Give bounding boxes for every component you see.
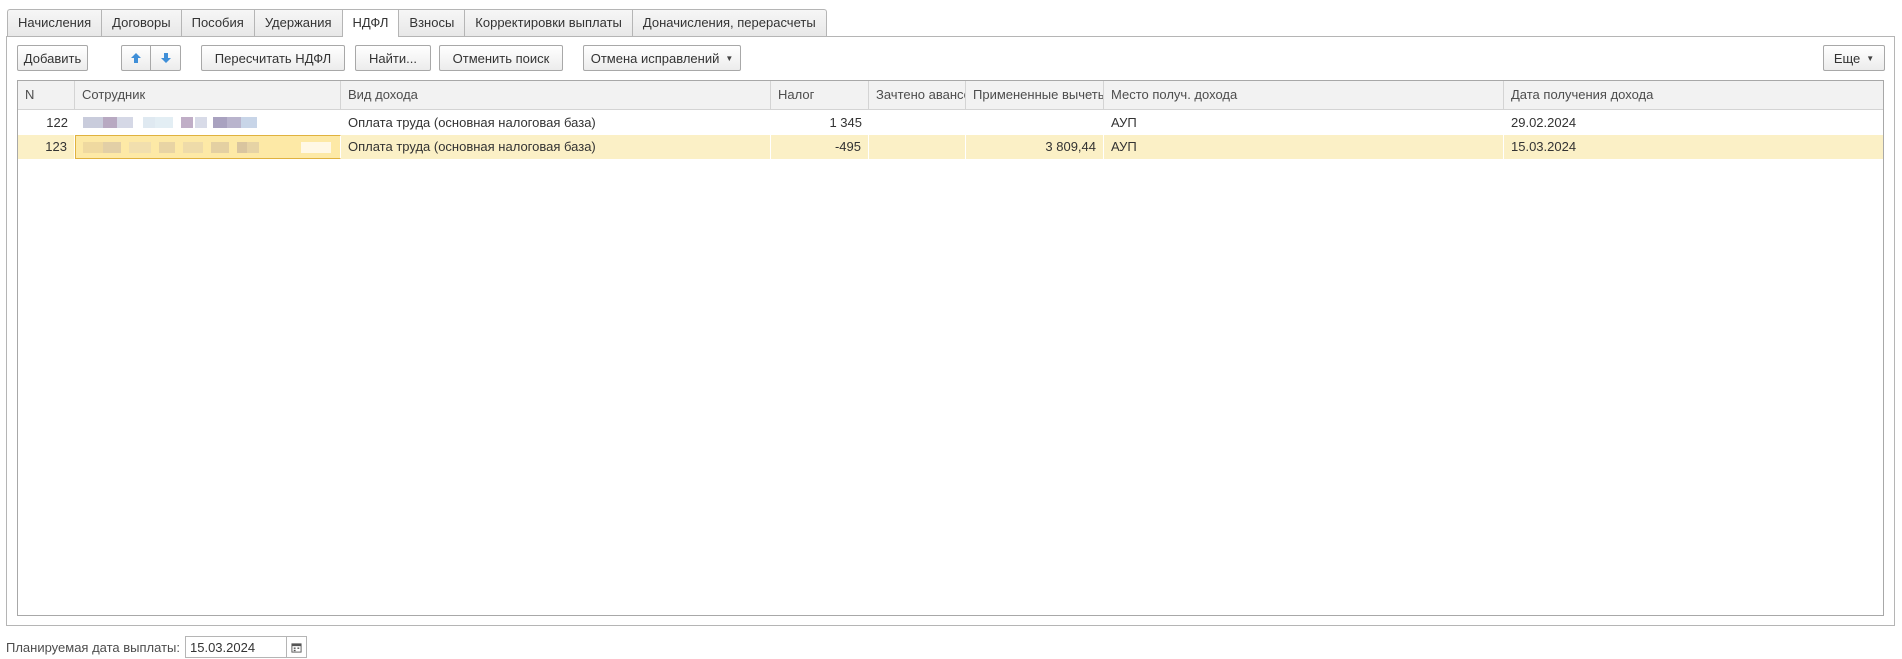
col-header-place[interactable]: Место получ. дохода — [1104, 81, 1504, 109]
cancel-corrections-dropdown[interactable]: Отмена исправлений ▼ — [583, 45, 741, 71]
table-header: N Сотрудник Вид дохода Налог Зачтено ава… — [18, 81, 1883, 110]
arrow-down-icon — [160, 53, 171, 63]
tax-cell[interactable]: -495 — [771, 135, 869, 159]
find-button[interactable]: Найти... — [355, 45, 431, 71]
ndfl-table[interactable]: N Сотрудник Вид дохода Налог Зачтено ава… — [17, 80, 1884, 616]
planned-date-label: Планируемая дата выплаты: — [6, 639, 180, 655]
tab-payment-corrections[interactable]: Корректировки выплаты — [464, 9, 632, 36]
advances-cell[interactable] — [869, 135, 966, 159]
calendar-button[interactable] — [286, 636, 307, 658]
col-header-n[interactable]: N — [18, 81, 75, 109]
redacted-name — [83, 117, 263, 128]
tab-deductions[interactable]: Удержания — [253, 9, 342, 36]
tax-cell[interactable]: 1 345 — [771, 111, 869, 135]
redacted-name — [83, 142, 333, 153]
more-dropdown[interactable]: Еще ▼ — [1823, 45, 1885, 71]
chevron-down-icon: ▼ — [725, 53, 734, 63]
move-buttons-group — [121, 45, 181, 71]
place-cell[interactable]: АУП — [1104, 111, 1504, 135]
tab-accruals[interactable]: Начисления — [7, 9, 102, 36]
col-header-tax[interactable]: Налог — [771, 81, 869, 109]
row-number: 123 — [18, 135, 75, 159]
chevron-down-icon: ▼ — [1866, 53, 1875, 63]
planned-date-input[interactable] — [185, 636, 286, 658]
col-header-employee[interactable]: Сотрудник — [75, 81, 341, 109]
col-header-deductions[interactable]: Примененные вычеты — [966, 81, 1104, 109]
move-up-button[interactable] — [121, 45, 151, 71]
planned-date-row: Планируемая дата выплаты: — [6, 635, 307, 659]
move-down-button[interactable] — [151, 45, 181, 71]
income-type-cell[interactable]: Оплата труда (основная налоговая база) — [341, 135, 771, 159]
row-number: 122 — [46, 115, 68, 130]
cancel-corrections-label: Отмена исправлений — [590, 50, 720, 66]
tab-contributions[interactable]: Взносы — [398, 9, 465, 36]
date-cell[interactable]: 15.03.2024 — [1504, 135, 1883, 159]
col-header-income-type[interactable]: Вид дохода — [341, 81, 771, 109]
date-cell[interactable]: 29.02.2024 — [1504, 111, 1883, 135]
table-row[interactable]: 122 Оплата труда (основная налоговая баз… — [18, 111, 1883, 135]
tab-ndfl[interactable]: НДФЛ — [341, 9, 399, 37]
arrow-up-icon — [131, 53, 141, 63]
deductions-cell[interactable] — [966, 111, 1104, 135]
deductions-cell[interactable]: 3 809,44 — [966, 135, 1104, 159]
recalc-ndfl-button[interactable]: Пересчитать НДФЛ — [201, 45, 345, 71]
employee-cell[interactable] — [75, 135, 341, 159]
advances-cell[interactable] — [869, 111, 966, 135]
add-button[interactable]: Добавить — [17, 45, 88, 71]
income-type-cell[interactable]: Оплата труда (основная налоговая база) — [341, 111, 771, 135]
ndfl-panel: Добавить Пересчитать НДФЛ Найти... Отмен… — [6, 36, 1895, 626]
tab-benefits[interactable]: Пособия — [180, 9, 254, 36]
table-row[interactable]: 123 Оплата труда (основная налоговая баз… — [18, 135, 1883, 159]
tab-bar: Начисления Договоры Пособия Удержания НД… — [7, 9, 827, 37]
more-label: Еще — [1833, 50, 1861, 66]
cancel-search-button[interactable]: Отменить поиск — [439, 45, 563, 71]
employee-cell[interactable] — [75, 111, 341, 135]
tab-recalculations[interactable]: Доначисления, перерасчеты — [631, 9, 827, 36]
col-header-date[interactable]: Дата получения дохода — [1504, 81, 1883, 109]
calendar-icon — [291, 642, 302, 653]
tab-contracts[interactable]: Договоры — [101, 9, 181, 36]
place-cell[interactable]: АУП — [1104, 135, 1504, 159]
col-header-advances[interactable]: Зачтено авансов — [869, 81, 966, 109]
